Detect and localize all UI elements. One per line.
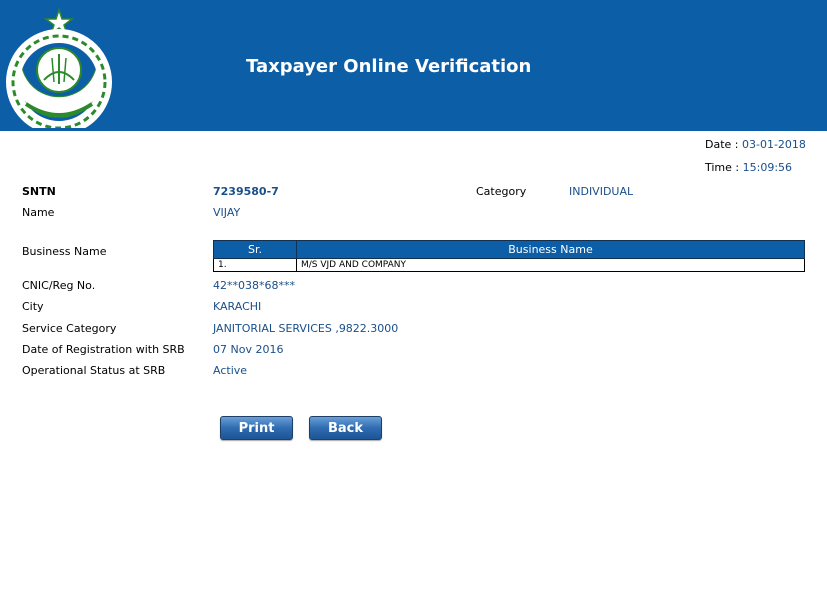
column-header-sr: Sr. bbox=[213, 240, 297, 259]
time-display: Time : 15:09:56 bbox=[705, 161, 792, 174]
date-display: Date : 03-01-2018 bbox=[705, 138, 806, 151]
cnic-label: CNIC/Reg No. bbox=[22, 279, 96, 292]
print-button[interactable]: Print bbox=[220, 416, 293, 440]
government-seal-logo bbox=[6, 7, 112, 128]
registration-date-label: Date of Registration with SRB bbox=[22, 343, 185, 356]
page-title: Taxpayer Online Verification bbox=[246, 56, 532, 77]
time-label: Time : bbox=[705, 161, 740, 174]
city-label: City bbox=[22, 300, 44, 313]
name-value: VIJAY bbox=[213, 206, 241, 219]
category-value: INDIVIDUAL bbox=[569, 185, 634, 198]
date-label: Date : bbox=[705, 138, 739, 151]
city-value: KARACHI bbox=[213, 300, 262, 313]
service-category-label: Service Category bbox=[22, 322, 117, 335]
operational-status-value: Active bbox=[213, 364, 248, 377]
category-label: Category bbox=[476, 185, 527, 198]
service-category-value: JANITORIAL SERVICES ,9822.3000 bbox=[213, 322, 399, 335]
business-name-label: Business Name bbox=[22, 245, 107, 258]
table-header-row: Sr. Business Name bbox=[213, 240, 805, 259]
sntn-label: SNTN bbox=[22, 185, 56, 198]
name-label: Name bbox=[22, 206, 55, 219]
business-name-table: Sr. Business Name 1. M/S VJD AND COMPANY bbox=[213, 240, 805, 272]
operational-status-label: Operational Status at SRB bbox=[22, 364, 166, 377]
cell-sr: 1. bbox=[213, 258, 297, 272]
time-value: 15:09:56 bbox=[742, 161, 793, 174]
table-row: 1. M/S VJD AND COMPANY bbox=[213, 258, 805, 272]
cnic-value: 42**038*68*** bbox=[213, 279, 295, 292]
sntn-value: 7239580-7 bbox=[213, 185, 279, 198]
column-header-business-name: Business Name bbox=[296, 240, 805, 259]
back-button[interactable]: Back bbox=[309, 416, 382, 440]
registration-date-value: 07 Nov 2016 bbox=[213, 343, 284, 356]
page-header: Taxpayer Online Verification bbox=[0, 0, 827, 131]
cell-business-name: M/S VJD AND COMPANY bbox=[296, 258, 805, 272]
date-value: 03-01-2018 bbox=[742, 138, 806, 151]
